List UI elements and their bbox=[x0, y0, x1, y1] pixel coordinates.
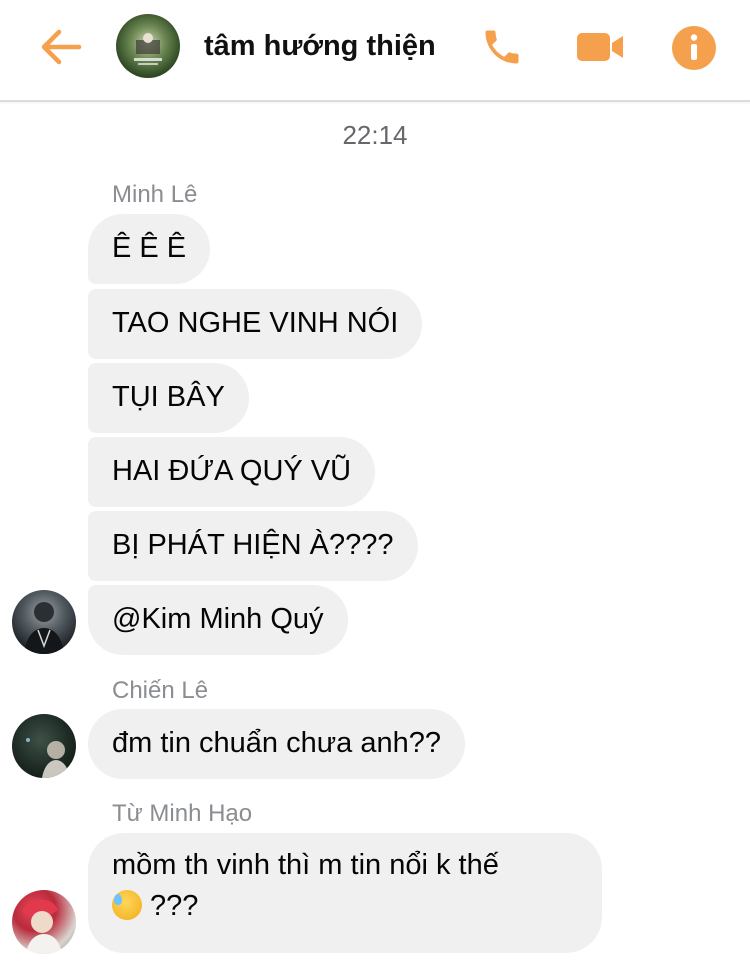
message-bubble[interactable]: TỤI BÂY bbox=[88, 363, 249, 433]
avatar-photo bbox=[24, 602, 64, 654]
message-text: TAO NGHE VINH NÓI bbox=[112, 307, 399, 340]
message-text: HAI ĐỨA QUÝ VŨ bbox=[112, 455, 352, 488]
arrow-left-icon bbox=[41, 29, 82, 65]
info-icon bbox=[672, 26, 716, 70]
back-button[interactable] bbox=[34, 22, 88, 72]
message-text: ??? bbox=[150, 890, 199, 923]
message-bubble[interactable]: HAI ĐỨA QUÝ VŨ bbox=[88, 437, 376, 507]
video-call-button[interactable] bbox=[570, 22, 630, 72]
message-text: mồm th vinh thì m tin nổi k thế bbox=[112, 849, 499, 881]
avatar[interactable] bbox=[12, 714, 76, 778]
sender-name: Minh Lê bbox=[112, 181, 198, 208]
message-bubble[interactable]: @Kim Minh Quý bbox=[88, 585, 348, 655]
group-avatar[interactable] bbox=[116, 14, 180, 78]
avatar-photo bbox=[26, 738, 70, 778]
conversation-title[interactable]: tâm hướng thiện bbox=[204, 30, 436, 63]
video-camera-icon bbox=[577, 33, 623, 61]
message-text: Ê Ê Ê bbox=[112, 232, 187, 265]
message-timestamp: 22:14 bbox=[342, 120, 408, 150]
message-bubble[interactable]: TAO NGHE VINH NÓI bbox=[88, 289, 423, 359]
avatar-photo bbox=[22, 899, 62, 954]
message-bubble[interactable]: mồm th vinh thì m tin nổi k thế ??? bbox=[88, 833, 602, 953]
sender-name: Từ Minh Hạo bbox=[112, 800, 253, 827]
avatar[interactable] bbox=[12, 890, 76, 954]
avatar[interactable] bbox=[12, 590, 76, 654]
message-bubble[interactable]: Ê Ê Ê bbox=[88, 214, 211, 284]
phone-icon bbox=[485, 30, 519, 64]
message-text: TỤI BÂY bbox=[112, 381, 225, 414]
chat-header: tâm hướng thiện bbox=[0, 0, 750, 102]
downcast-face-with-sweat-emoji bbox=[112, 890, 142, 921]
voice-call-button[interactable] bbox=[474, 20, 530, 74]
message-bubble[interactable]: đm tin chuẩn chưa anh?? bbox=[88, 709, 465, 779]
message-text: BỊ PHÁT HIỆN À???? bbox=[112, 529, 394, 562]
info-button[interactable] bbox=[666, 20, 722, 76]
message-text: đm tin chuẩn chưa anh?? bbox=[112, 727, 441, 760]
sender-name: Chiến Lê bbox=[112, 677, 209, 704]
message-bubble[interactable]: BỊ PHÁT HIỆN À???? bbox=[88, 511, 418, 581]
message-text: @Kim Minh Quý bbox=[112, 603, 324, 636]
group-photo bbox=[134, 33, 162, 65]
